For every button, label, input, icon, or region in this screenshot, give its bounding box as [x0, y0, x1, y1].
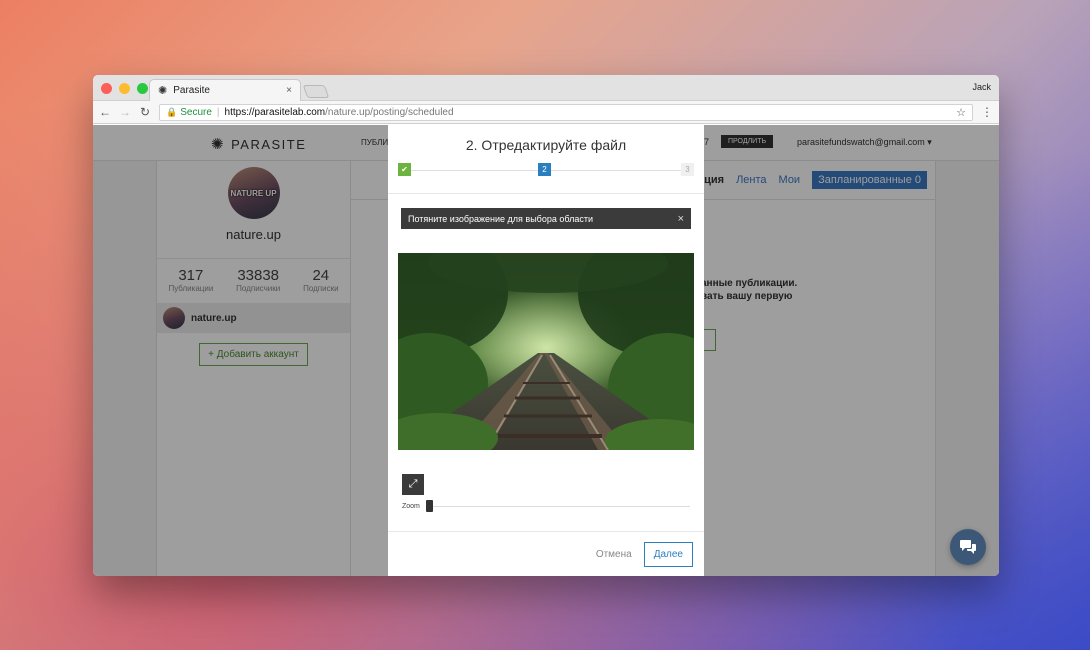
crop-hint-text: Потяните изображение для выбора области [408, 213, 594, 224]
step-progress: ✔ 2 3 [398, 163, 694, 179]
browser-titlebar: ✺ Parasite × Jack [93, 75, 999, 101]
browser-tab[interactable]: ✺ Parasite × [149, 79, 301, 101]
url-field[interactable]: 🔒 Secure | https://parasitelab.com /natu… [159, 103, 973, 121]
parasite-favicon-icon: ✺ [158, 85, 168, 97]
url-host: https://parasitelab.com [224, 106, 326, 118]
modal-footer: Отмена Далее [388, 531, 704, 576]
url-path: /nature.up/posting/scheduled [325, 106, 454, 118]
browser-profile-name[interactable]: Jack [972, 82, 991, 92]
browser-menu-icon[interactable]: ⋮ [981, 105, 993, 119]
modal-title: 2. Отредактируйте файл [465, 137, 627, 153]
crop-hint-bar: Потяните изображение для выбора области … [401, 208, 691, 229]
railway-forest-photo [398, 253, 694, 450]
crop-image[interactable] [398, 253, 694, 450]
step-3-indicator: 3 [681, 163, 694, 176]
tab-title: Parasite [173, 85, 210, 96]
hint-close-icon[interactable]: × [678, 213, 684, 225]
zoom-slider-thumb[interactable] [425, 500, 433, 512]
chat-bubbles-icon [960, 540, 976, 554]
expand-icon[interactable]: ⤢ [402, 474, 424, 495]
browser-window: ✺ Parasite × Jack ← → ↻ 🔒 Secure | https… [93, 75, 999, 576]
forward-arrow-icon[interactable]: → [119, 105, 131, 119]
zoom-control: Zoom [402, 500, 690, 512]
next-button[interactable]: Далее [643, 541, 693, 567]
step-1-check-icon: ✔ [398, 163, 411, 176]
modal-divider [388, 193, 704, 194]
tab-close-icon[interactable]: × [286, 85, 292, 96]
zoom-label: Zoom [402, 503, 420, 510]
step-2-indicator: 2 [538, 163, 551, 176]
cancel-button[interactable]: Отмена [596, 549, 632, 560]
chat-support-button[interactable] [950, 529, 986, 565]
close-window-button[interactable] [101, 83, 112, 94]
edit-file-modal: 2. Отредактируйте файл ✔ 2 3 Потяните из… [388, 125, 704, 576]
new-tab-button[interactable] [302, 85, 330, 98]
window-controls [101, 83, 148, 94]
minimize-window-button[interactable] [119, 83, 130, 94]
lock-icon: 🔒 [166, 106, 178, 117]
crop-controls: ⤢ Zoom [402, 474, 690, 512]
secure-label: Secure [180, 106, 212, 118]
back-arrow-icon[interactable]: ← [99, 105, 111, 119]
zoom-slider[interactable] [425, 500, 690, 512]
maximize-window-button[interactable] [137, 83, 148, 94]
page-viewport: ✺ PARASITE ПУБЛИ 7 ПРОДЛИТЬ parasitefund… [93, 125, 999, 576]
address-bar: ← → ↻ 🔒 Secure | https://parasitelab.com… [93, 101, 999, 124]
reload-icon[interactable]: ↻ [139, 105, 151, 119]
url-separator: | [216, 106, 220, 118]
bookmark-star-icon[interactable]: ☆ [956, 106, 966, 119]
